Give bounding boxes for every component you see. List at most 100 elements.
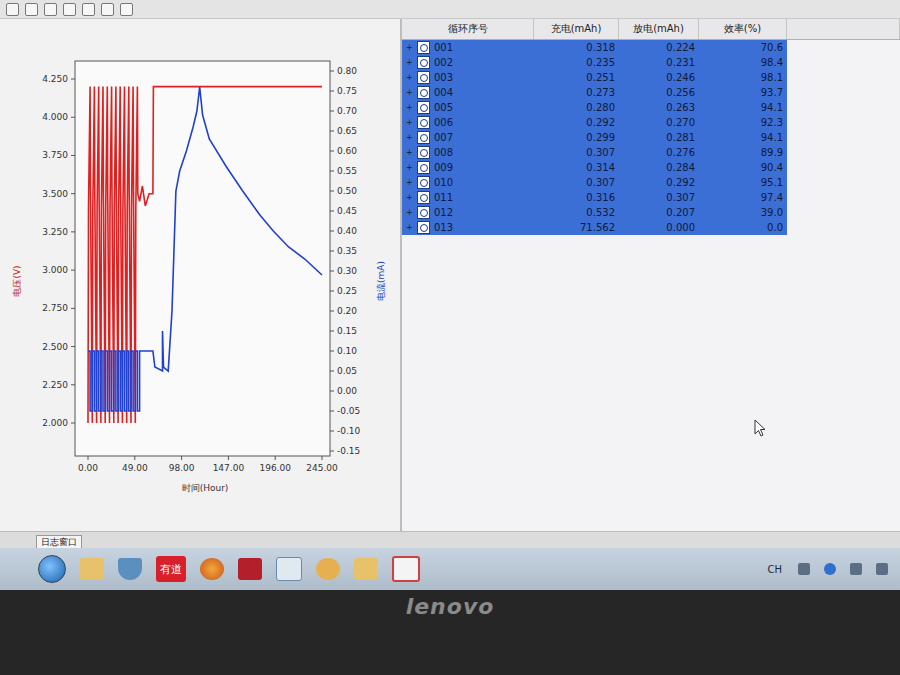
log-tab[interactable]: 日志窗口 <box>36 535 82 548</box>
discharge-cell: 0.292 <box>619 175 699 190</box>
browser-icon[interactable] <box>200 558 224 580</box>
toolbar-button-icon[interactable] <box>6 3 19 16</box>
display: 4.2504.0003.7503.5003.2503.0002.7502.500… <box>0 0 900 590</box>
folder-icon[interactable] <box>80 558 104 580</box>
tick-mark <box>71 79 75 80</box>
charge-cell: 0.532 <box>534 205 619 220</box>
tick-mark <box>71 423 75 424</box>
efficiency-cell: 97.4 <box>699 190 787 205</box>
left-tick-label: 4.250 <box>42 74 68 84</box>
cycle-icon <box>417 176 430 189</box>
expand-toggle[interactable]: + <box>406 205 413 220</box>
network-icon[interactable] <box>824 563 836 575</box>
tick-mark <box>181 456 182 460</box>
efficiency-cell: 98.4 <box>699 55 787 70</box>
volume-icon[interactable] <box>850 563 862 575</box>
folder-icon[interactable] <box>354 558 378 580</box>
expand-toggle[interactable]: + <box>406 220 413 235</box>
discharge-cell: 0.284 <box>619 160 699 175</box>
x-tick-label: 0.00 <box>78 463 98 473</box>
right-tick-label: -0.10 <box>337 426 361 436</box>
tick-mark <box>330 231 334 232</box>
shield-icon[interactable] <box>118 558 142 580</box>
expand-toggle[interactable]: + <box>406 70 413 85</box>
toolbar-button-icon[interactable] <box>25 3 38 16</box>
discharge-cell: 0.256 <box>619 85 699 100</box>
table-row[interactable]: +0080.3070.27689.9 <box>402 145 900 160</box>
table-row[interactable]: +0110.3160.30797.4 <box>402 190 900 205</box>
battery-tester-icon[interactable] <box>392 556 420 582</box>
cycle-cell: +002 <box>402 55 534 70</box>
column-header[interactable]: 放电(mAh) <box>619 19 699 39</box>
table-row[interactable]: +0070.2990.28194.1 <box>402 130 900 145</box>
toolbar-button-icon[interactable] <box>82 3 95 16</box>
cycle-icon <box>417 161 430 174</box>
toolbar-button-icon[interactable] <box>63 3 76 16</box>
empty-cell <box>787 145 900 160</box>
column-header[interactable]: 效率(%) <box>699 19 787 39</box>
table-row[interactable]: +0060.2920.27092.3 <box>402 115 900 130</box>
expand-toggle[interactable]: + <box>406 175 413 190</box>
table-row[interactable]: +0090.3140.28490.4 <box>402 160 900 175</box>
x-tick-label: 49.00 <box>122 463 148 473</box>
laptop-screen: 4.2504.0003.7503.5003.2503.0002.7502.500… <box>0 0 900 675</box>
table-row[interactable]: +0100.3070.29295.1 <box>402 175 900 190</box>
cycle-cell: +012 <box>402 205 534 220</box>
column-header[interactable] <box>787 19 900 39</box>
tick-mark <box>330 411 334 412</box>
pdf-reader-icon[interactable] <box>238 558 262 580</box>
toolbar-button-icon[interactable] <box>44 3 57 16</box>
column-header[interactable]: 充电(mAh) <box>534 19 619 39</box>
expand-toggle[interactable]: + <box>406 40 413 55</box>
column-header[interactable]: 循环序号 <box>402 19 534 39</box>
cycle-cell: +007 <box>402 130 534 145</box>
left-tick-label: 3.500 <box>42 189 68 199</box>
expand-toggle[interactable]: + <box>406 85 413 100</box>
expand-toggle[interactable]: + <box>406 100 413 115</box>
table-row[interactable]: +0050.2800.26394.1 <box>402 100 900 115</box>
series-line <box>88 87 322 411</box>
tick-mark <box>71 231 75 232</box>
efficiency-cell: 0.0 <box>699 220 787 235</box>
start-button-icon[interactable] <box>38 555 66 583</box>
right-tick-label: 0.00 <box>337 386 357 396</box>
table-row[interactable]: +0020.2350.23198.4 <box>402 55 900 70</box>
app-icon[interactable] <box>276 557 302 581</box>
right-tick-label: -0.05 <box>337 406 360 416</box>
expand-toggle[interactable]: + <box>406 115 413 130</box>
youdao-button[interactable]: 有道 <box>156 556 186 582</box>
table-row[interactable]: +0040.2730.25693.7 <box>402 85 900 100</box>
expand-toggle[interactable]: + <box>406 160 413 175</box>
media-icon[interactable] <box>316 558 340 580</box>
expand-toggle[interactable]: + <box>406 190 413 205</box>
empty-cell <box>787 115 900 130</box>
toolbar-button-icon[interactable] <box>120 3 133 16</box>
right-tick-label: 0.80 <box>337 66 357 76</box>
charge-cell: 0.307 <box>534 145 619 160</box>
tray-icon[interactable] <box>798 563 810 575</box>
discharge-cell: 0.246 <box>619 70 699 85</box>
tick-mark <box>322 456 323 460</box>
table-row[interactable]: +0120.5320.20739.0 <box>402 205 900 220</box>
table-row[interactable]: +0010.3180.22470.6 <box>402 40 900 55</box>
expand-toggle[interactable]: + <box>406 55 413 70</box>
flag-icon[interactable] <box>876 563 888 575</box>
language-indicator[interactable]: CH <box>765 564 784 575</box>
empty-cell <box>787 220 900 235</box>
efficiency-cell: 39.0 <box>699 205 787 220</box>
right-tick-label: 0.65 <box>337 126 357 136</box>
expand-toggle[interactable]: + <box>406 130 413 145</box>
toolbar-button-icon[interactable] <box>101 3 114 16</box>
right-tick-label: 0.15 <box>337 326 357 336</box>
cycle-cell: +010 <box>402 175 534 190</box>
table-row[interactable]: +01371.5620.0000.0 <box>402 220 900 235</box>
tick-mark <box>330 351 334 352</box>
table-row[interactable]: +0030.2510.24698.1 <box>402 70 900 85</box>
efficiency-cell: 90.4 <box>699 160 787 175</box>
cycle-cell: +006 <box>402 115 534 130</box>
empty-cell <box>787 190 900 205</box>
right-tick-label: 0.45 <box>337 206 357 216</box>
table-panel: 循环序号充电(mAh)放电(mAh)效率(%)+0010.3180.22470.… <box>402 19 900 531</box>
expand-toggle[interactable]: + <box>406 145 413 160</box>
right-tick-label: 0.60 <box>337 146 357 156</box>
